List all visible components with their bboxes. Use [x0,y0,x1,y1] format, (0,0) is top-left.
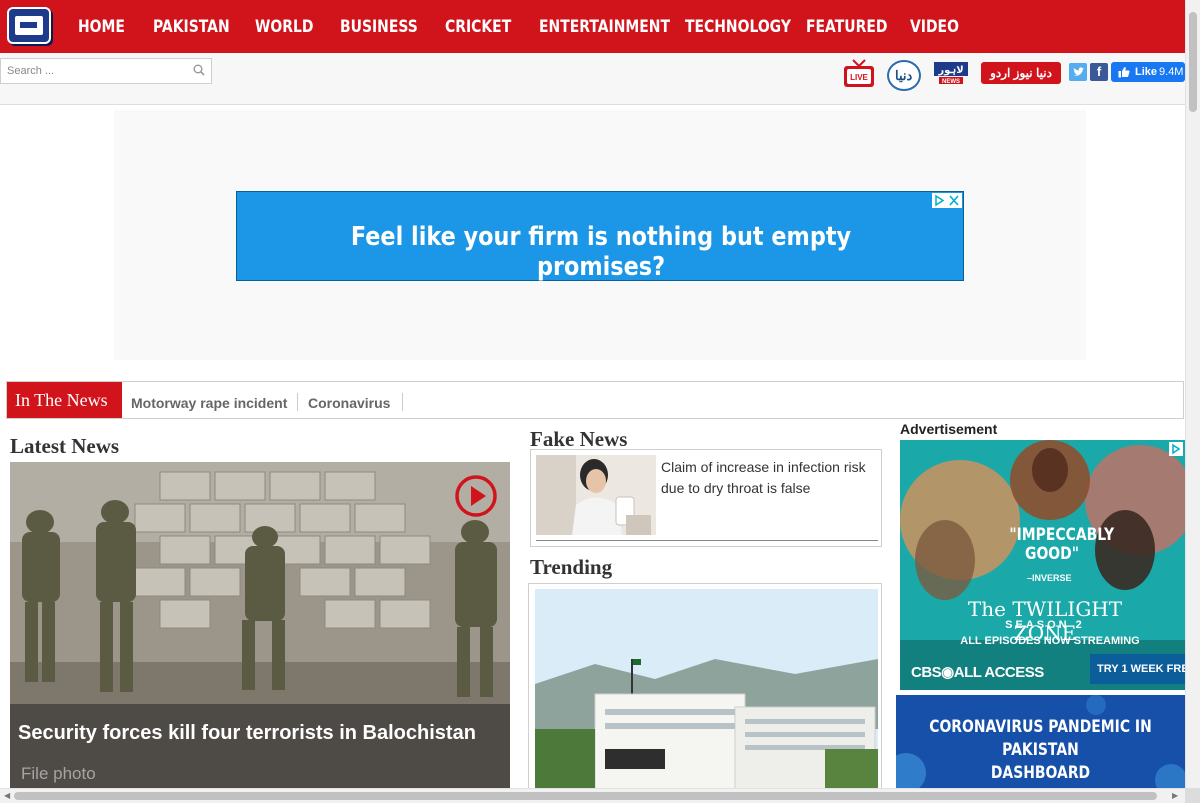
facebook-like-button[interactable]: Like 9.4M [1111,62,1185,82]
fake-news-thumbnail[interactable] [536,455,656,535]
dashboard-line-1: CORONAVIRUS PANDEMIC IN PAKISTAN [929,717,1152,760]
trending-thumbnail[interactable] [535,589,878,792]
search-icon[interactable] [193,64,205,76]
fake-news-item[interactable]: Claim of increase in infection risk due … [661,457,873,499]
divider [536,540,878,541]
dunya-urdu-button[interactable]: دنیا نیوز اردو [981,62,1061,84]
cbs-season: SEASON 2 [1005,619,1085,631]
cbs-quote: "IMPECCABLY GOOD" [1009,525,1115,564]
in-the-news-link-coronavirus[interactable]: Coronavirus [308,395,390,411]
fake-news-card[interactable]: Claim of increase in infection risk due … [530,449,882,547]
latest-news-title: Latest News [10,434,120,458]
svg-text:لاہور: لاہور [937,65,963,76]
nav-entertainment[interactable]: ENTERTAINMENT [539,17,670,39]
live-tv-icon[interactable]: LIVE [843,58,875,89]
ad-choices-icon[interactable] [1169,442,1183,456]
cbs-quote-source: –INVERSE [1027,573,1072,583]
vertical-scrollbar[interactable] [1185,0,1200,788]
vertical-scroll-thumb[interactable] [1189,12,1197,112]
in-the-news-bar: In The News Motorway rape incident Coron… [6,381,1184,419]
try-free-button[interactable]: TRY 1 WEEK FREE [1090,654,1185,684]
scroll-left-icon[interactable]: ◀ [4,791,10,800]
dashboard-line-2: DASHBOARD [990,763,1091,783]
play-video-icon[interactable] [454,474,498,518]
search-box [0,58,212,84]
nav-video[interactable]: VIDEO [910,17,959,39]
svg-text:NEWS: NEWS [942,79,960,85]
ad-choices-icon[interactable] [932,193,962,208]
nav-pakistan[interactable]: PAKISTAN [153,17,230,39]
ad-banner[interactable]: Feel like your firm is nothing but empty… [236,191,964,282]
like-count: 9.4M [1159,66,1184,78]
dunya-news-logo[interactable] [7,7,51,44]
nav-business[interactable]: BUSINESS [340,17,418,39]
nav-technology[interactable]: TECHNOLOGY [685,17,791,39]
horizontal-scroll-thumb[interactable] [14,792,1157,800]
trending-title: Trending [530,555,613,579]
cbs-all-access-logo: CBS◉ALL ACCESS [911,664,1044,681]
advertisement-label: Advertisement [900,421,998,437]
search-input[interactable] [7,63,177,79]
scrollbar-corner [1185,788,1200,803]
twitter-icon[interactable] [1069,63,1087,81]
divider [297,393,298,411]
nav-featured[interactable]: FEATURED [806,17,887,39]
latest-news-headline[interactable]: Security forces kill four terrorists in … [18,722,476,745]
top-navigation: HOME PAKISTAN WORLD BUSINESS CRICKET ENT… [0,0,1185,53]
thumbs-up-icon [1118,67,1130,78]
nav-world[interactable]: WORLD [255,17,313,39]
in-the-news-link-motorway[interactable]: Motorway rape incident [131,395,287,411]
in-the-news-label: In The News [7,382,122,418]
cbs-ad-artwork [900,440,1185,690]
photo-credit: File photo [21,764,96,783]
horizontal-scrollbar[interactable]: ◀ ▶ [0,788,1185,803]
live-label: LIVE [850,73,868,82]
cbs-streaming-text: ALL EPISODES NOW STREAMING [960,635,1140,647]
lahore-news-icon[interactable]: لاہور NEWS [933,60,969,91]
like-label: Like [1135,66,1158,78]
cbs-advertisement[interactable]: "IMPECCABLY GOOD" –INVERSE The TWILIGHT … [900,440,1185,690]
trending-card[interactable] [528,583,882,793]
hero-caption: Security forces kill four terrorists in … [10,704,510,788]
coronavirus-dashboard-banner[interactable]: CORONAVIRUS PANDEMIC IN PAKISTAN DASHBOA… [896,695,1185,792]
dunya-channel-icon[interactable]: دنیا [887,60,921,91]
latest-news-hero[interactable]: Security forces kill four terrorists in … [10,462,510,788]
scroll-right-icon[interactable]: ▶ [1172,791,1178,800]
dashboard-title: CORONAVIRUS PANDEMIC IN PAKISTAN DASHBOA… [922,716,1159,785]
nav-home[interactable]: HOME [78,17,125,39]
nav-cricket[interactable]: CRICKET [445,17,511,39]
divider [402,393,403,411]
facebook-icon[interactable]: f [1090,63,1108,81]
ad-headline: Feel like your firm is nothing but empty… [350,222,852,282]
